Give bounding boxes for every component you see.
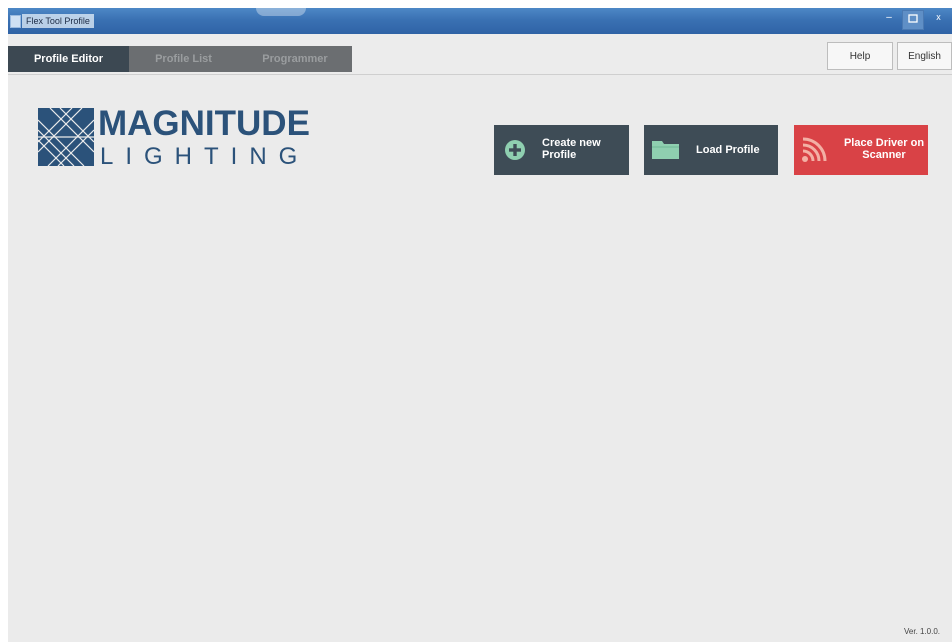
load-profile-button[interactable]: Load Profile [644, 125, 778, 175]
language-button[interactable]: English [897, 42, 952, 70]
place-driver-on-scanner-button[interactable]: Place Driver on Scanner [794, 125, 928, 175]
title-bar[interactable]: Flex Tool Profile – x [8, 8, 952, 34]
maximize-icon [908, 14, 918, 23]
logo-text-lighting: LIGHTING [100, 143, 310, 170]
logo-text-magnitude: MAGNITUDE [98, 104, 310, 143]
create-new-profile-button[interactable]: Create new Profile [494, 125, 629, 175]
help-button[interactable]: Help [827, 42, 893, 70]
create-new-profile-label: Create new Profile [542, 137, 601, 161]
app-window: Flex Tool Profile – x Profile Editor Pro… [8, 8, 952, 642]
version-label: Ver. 1.0.0. [904, 627, 941, 636]
folder-icon [651, 138, 681, 165]
tab-programmer[interactable]: Programmer [238, 46, 352, 72]
window-title: Flex Tool Profile [22, 14, 94, 28]
place-driver-label: Place Driver on Scanner [843, 137, 925, 161]
magnitude-lighting-logo: MAGNITUDE LIGHTING [38, 106, 318, 172]
maximize-button[interactable] [902, 10, 924, 30]
plus-circle-icon [504, 139, 526, 166]
close-icon: x [935, 12, 941, 23]
minimize-button[interactable]: – [879, 10, 899, 28]
tab-profile-list[interactable]: Profile List [129, 46, 238, 72]
wireless-icon [801, 137, 827, 168]
logo-mark-icon [38, 108, 94, 166]
load-profile-label: Load Profile [696, 144, 760, 156]
titlebar-glare [256, 8, 306, 16]
tab-profile-editor[interactable]: Profile Editor [8, 46, 129, 72]
close-button[interactable]: x [926, 10, 950, 28]
tab-bar: Profile Editor Profile List Programmer H… [8, 34, 952, 75]
tabs-strip: Profile Editor Profile List Programmer [8, 46, 352, 72]
app-icon [10, 15, 21, 28]
